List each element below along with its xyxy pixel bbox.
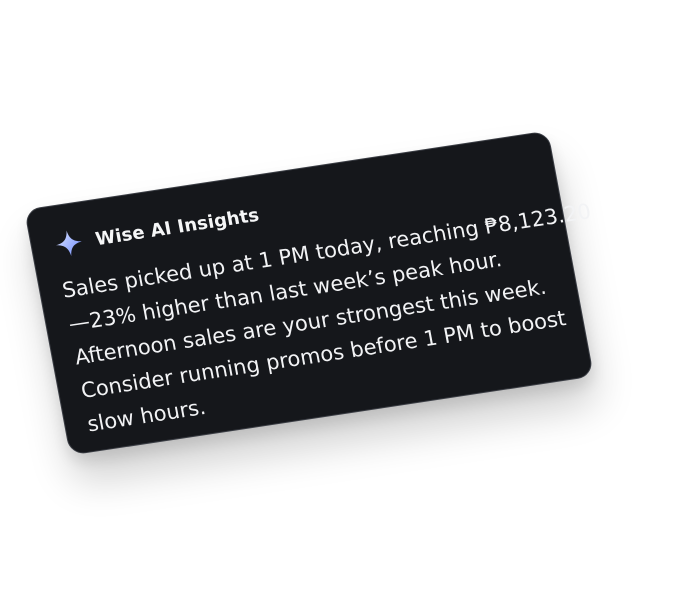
canvas: Wise AI Insights Sales picked up at 1 PM… xyxy=(0,0,690,589)
card-title: Wise AI Insights xyxy=(93,204,261,250)
sparkle-icon xyxy=(56,230,82,257)
ai-insights-card: Wise AI Insights Sales picked up at 1 PM… xyxy=(23,130,595,456)
